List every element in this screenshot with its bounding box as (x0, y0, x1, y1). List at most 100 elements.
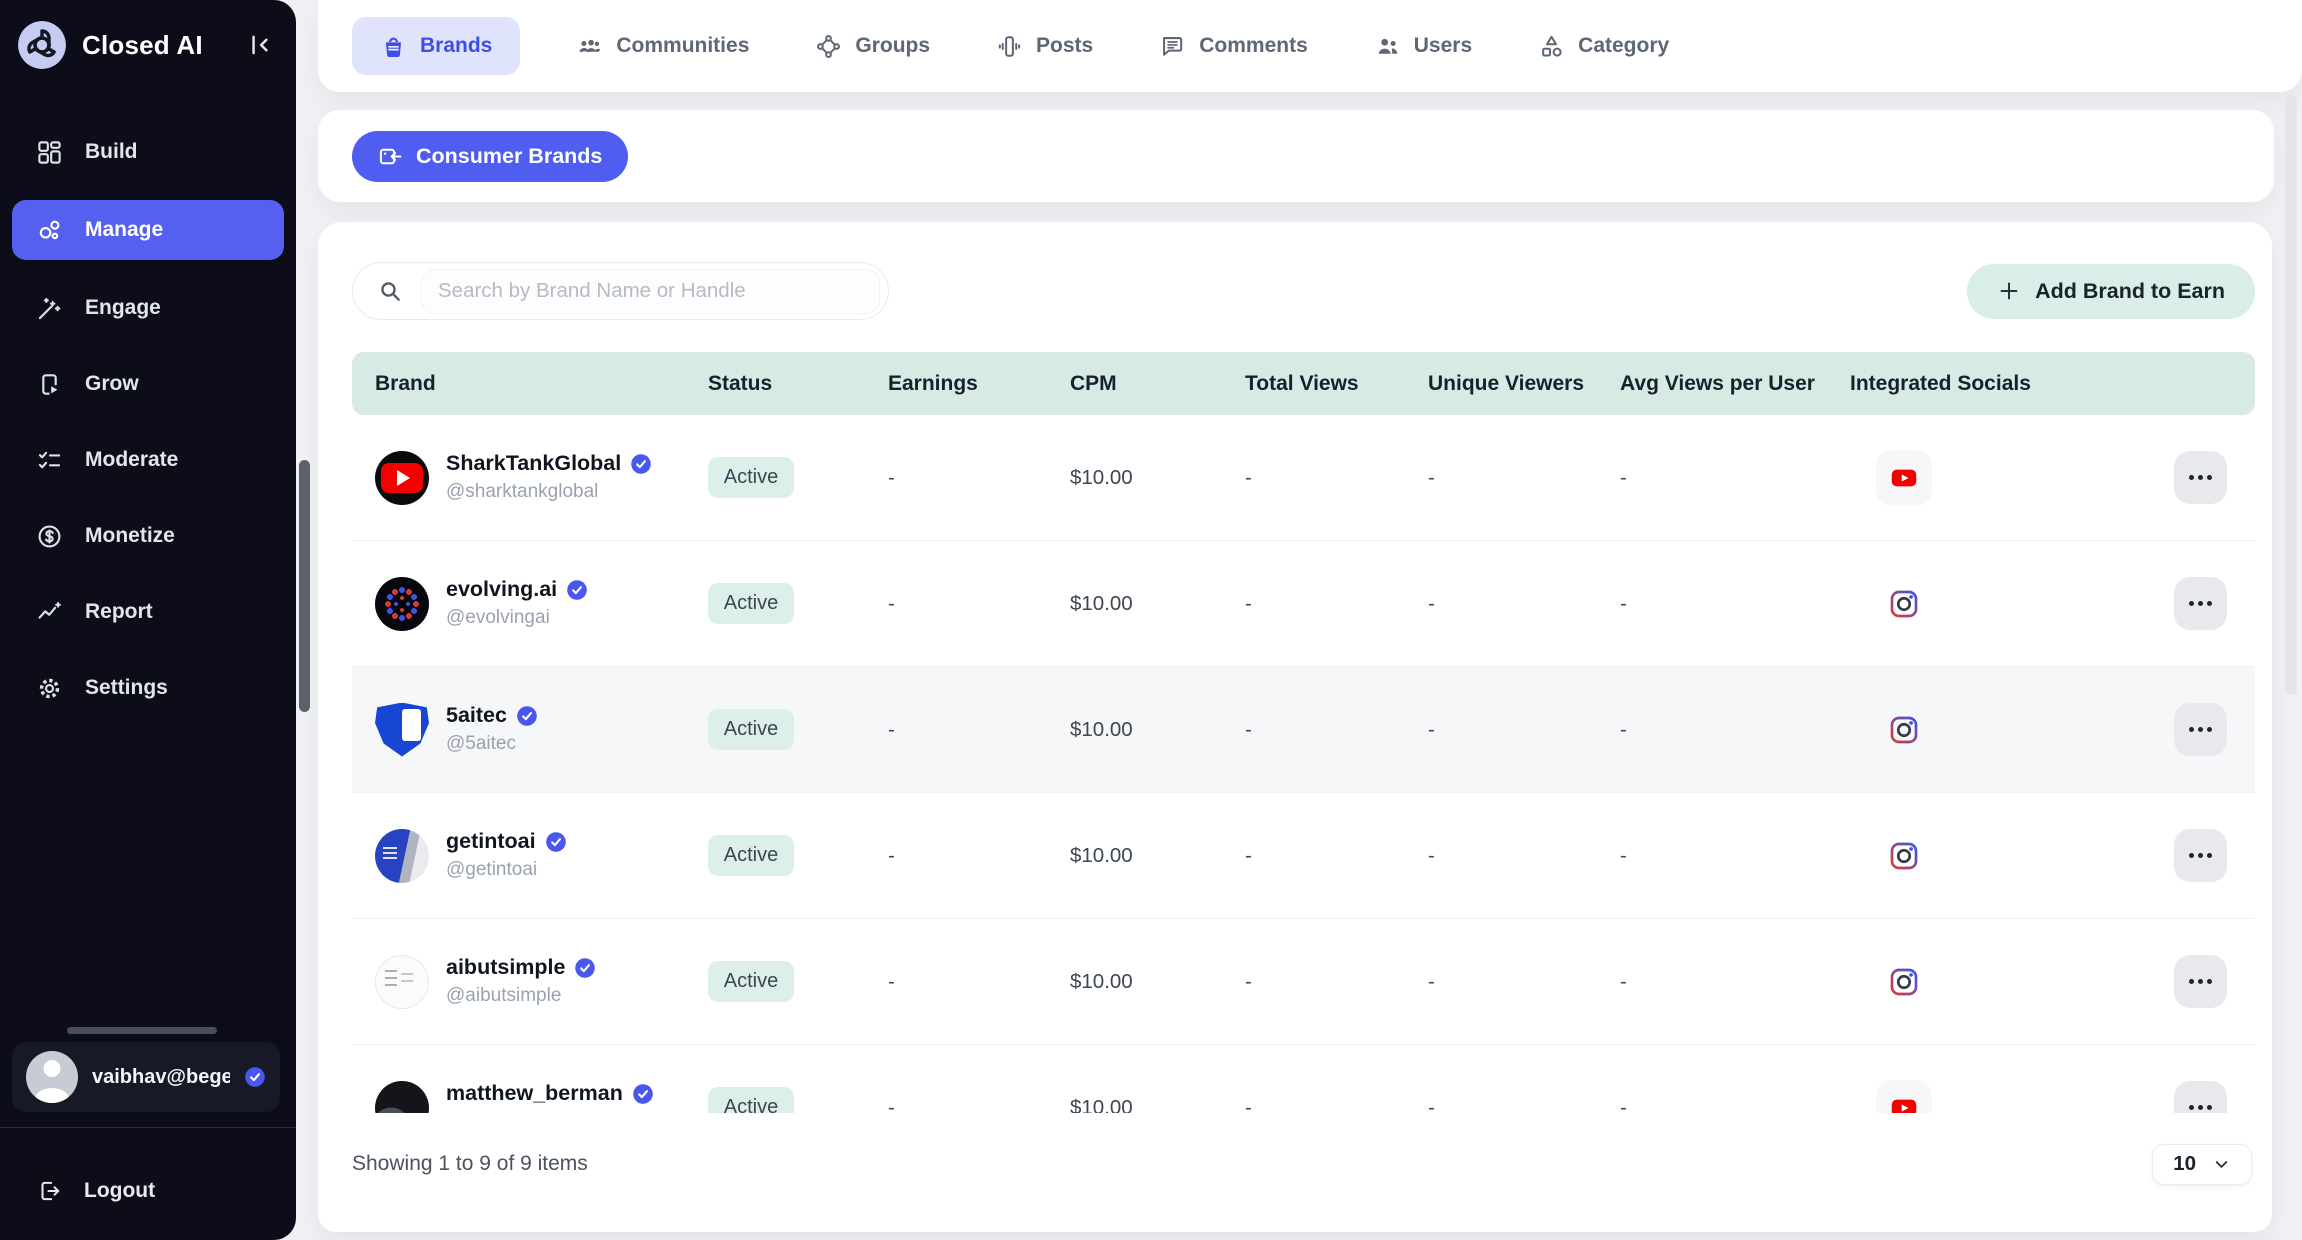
social-icon[interactable] (1876, 1080, 1932, 1114)
brands-panel: Add Brand to Earn Brand Status Earnings … (318, 222, 2272, 1232)
brand-handle: @aibutsimple (446, 985, 596, 1008)
avg-views-value: - (1620, 970, 1850, 994)
verified-badge-icon (632, 1083, 654, 1105)
brand-handle: @5aitec (446, 733, 538, 756)
tab-comments[interactable]: Comments (1149, 17, 1318, 75)
brand-avatar (375, 829, 429, 883)
closed-ai-logo-icon (18, 21, 66, 69)
page-scrollbar[interactable] (2285, 95, 2297, 695)
row-actions-button[interactable] (2174, 577, 2227, 630)
sidebar-item-manage[interactable]: Manage (12, 200, 284, 260)
sidebar-item-moderate[interactable]: Moderate (0, 432, 296, 488)
table-row[interactable]: evolving.ai @evolvingai Active - $10.00 … (352, 541, 2255, 667)
row-actions-button[interactable] (2174, 703, 2227, 756)
add-brand-label: Add Brand to Earn (2035, 279, 2225, 304)
brand-name: getintoai (446, 829, 567, 854)
verified-badge-icon (545, 831, 567, 853)
total-views-value: - (1245, 970, 1428, 994)
avg-views-value: - (1620, 718, 1850, 742)
sidebar-item-engage[interactable]: Engage (0, 280, 296, 336)
sidebar-item-label: Engage (85, 296, 161, 320)
avg-views-value: - (1620, 1096, 1850, 1114)
grow-icon (36, 371, 63, 398)
tab-category[interactable]: Category (1528, 17, 1679, 75)
social-icon[interactable] (1876, 702, 1932, 758)
tab-posts[interactable]: Posts (986, 17, 1103, 75)
tab-label: Category (1578, 34, 1669, 58)
sidebar-divider (0, 1127, 296, 1128)
earnings-value: - (888, 466, 1070, 490)
sidebar-item-monetize[interactable]: Monetize (0, 508, 296, 564)
tab-groups[interactable]: Groups (805, 17, 940, 75)
social-icon[interactable] (1876, 828, 1932, 884)
avg-views-value: - (1620, 592, 1850, 616)
sidebar-drag-handle[interactable] (67, 1027, 217, 1034)
table-row[interactable]: matthew_berman Active - $10.00 - - - (352, 1045, 2255, 1113)
table-row[interactable]: getintoai @getintoai Active - $10.00 - -… (352, 793, 2255, 919)
social-icon[interactable] (1876, 954, 1932, 1010)
row-actions-button[interactable] (2174, 1081, 2227, 1113)
social-icon[interactable] (1876, 576, 1932, 632)
unique-viewers-value: - (1428, 466, 1620, 490)
verified-badge-icon (244, 1066, 266, 1088)
monetize-icon (36, 523, 63, 550)
brand-cell: SharkTankGlobal @sharktankglobal (375, 451, 708, 505)
comments-icon (1159, 33, 1186, 60)
brand-cell: 5aitec @5aitec (375, 703, 708, 757)
sidebar-item-build[interactable]: Build (0, 124, 296, 180)
sidebar-scrollbar[interactable] (299, 460, 310, 712)
brand-handle (446, 1111, 654, 1113)
table-row[interactable]: aibutsimple @aibutsimple Active - $10.00… (352, 919, 2255, 1045)
status-badge: Active (708, 583, 794, 624)
status-badge: Active (708, 835, 794, 876)
logout-icon (36, 1178, 62, 1204)
sidebar-item-settings[interactable]: Settings (0, 660, 296, 716)
col-unique-viewers: Unique Viewers (1428, 372, 1620, 396)
brand-cell: aibutsimple @aibutsimple (375, 955, 708, 1009)
brand-avatar (375, 451, 429, 505)
row-actions-button[interactable] (2174, 451, 2227, 504)
user-email: vaibhav@begenu... (92, 1066, 230, 1089)
status-badge: Active (708, 1087, 794, 1113)
filter-band: Consumer Brands (318, 110, 2274, 202)
sidebar-item-report[interactable]: Report (0, 584, 296, 640)
add-brand-button[interactable]: Add Brand to Earn (1967, 264, 2255, 319)
consumer-brands-icon (378, 144, 403, 169)
earnings-value: - (888, 1096, 1070, 1114)
instagram-icon (1888, 714, 1920, 746)
sidebar-collapse-icon[interactable] (246, 31, 274, 59)
cpm-value: $10.00 (1070, 844, 1245, 868)
tab-users[interactable]: Users (1364, 17, 1482, 75)
page-size-select[interactable]: 10 (2152, 1144, 2252, 1185)
row-actions-button[interactable] (2174, 829, 2227, 882)
row-actions-button[interactable] (2174, 955, 2227, 1008)
sidebar-item-label: Manage (85, 218, 163, 242)
tab-brands[interactable]: Brands (352, 17, 520, 75)
app-title: Closed AI (82, 30, 203, 61)
search-box[interactable] (352, 262, 889, 320)
unique-viewers-value: - (1428, 844, 1620, 868)
user-card[interactable]: vaibhav@begenu... (12, 1042, 280, 1112)
total-views-value: - (1245, 466, 1428, 490)
tab-label: Users (1414, 34, 1472, 58)
table-row[interactable]: SharkTankGlobal @sharktankglobal Active … (352, 415, 2255, 541)
avg-views-value: - (1620, 466, 1850, 490)
verified-badge-icon (630, 453, 652, 475)
social-icon[interactable] (1876, 450, 1932, 506)
table-row[interactable]: 5aitec @5aitec Active - $10.00 - - - (352, 667, 2255, 793)
users-icon (1374, 33, 1401, 60)
consumer-brands-label: Consumer Brands (416, 144, 602, 169)
tab-communities[interactable]: Communities (566, 17, 759, 75)
logout-button[interactable]: Logout (36, 1178, 155, 1204)
sidebar-item-label: Build (85, 140, 138, 164)
brand-handle: @getintoai (446, 859, 567, 882)
youtube-icon (1889, 1093, 1919, 1114)
youtube-icon (1889, 463, 1919, 493)
sidebar-item-grow[interactable]: Grow (0, 356, 296, 412)
col-integrated-socials: Integrated Socials (1850, 372, 2140, 396)
consumer-brands-button[interactable]: Consumer Brands (352, 131, 628, 182)
brand-name: matthew_berman (446, 1081, 654, 1106)
search-input[interactable] (421, 269, 880, 314)
total-views-value: - (1245, 592, 1428, 616)
tab-label: Brands (420, 34, 492, 58)
